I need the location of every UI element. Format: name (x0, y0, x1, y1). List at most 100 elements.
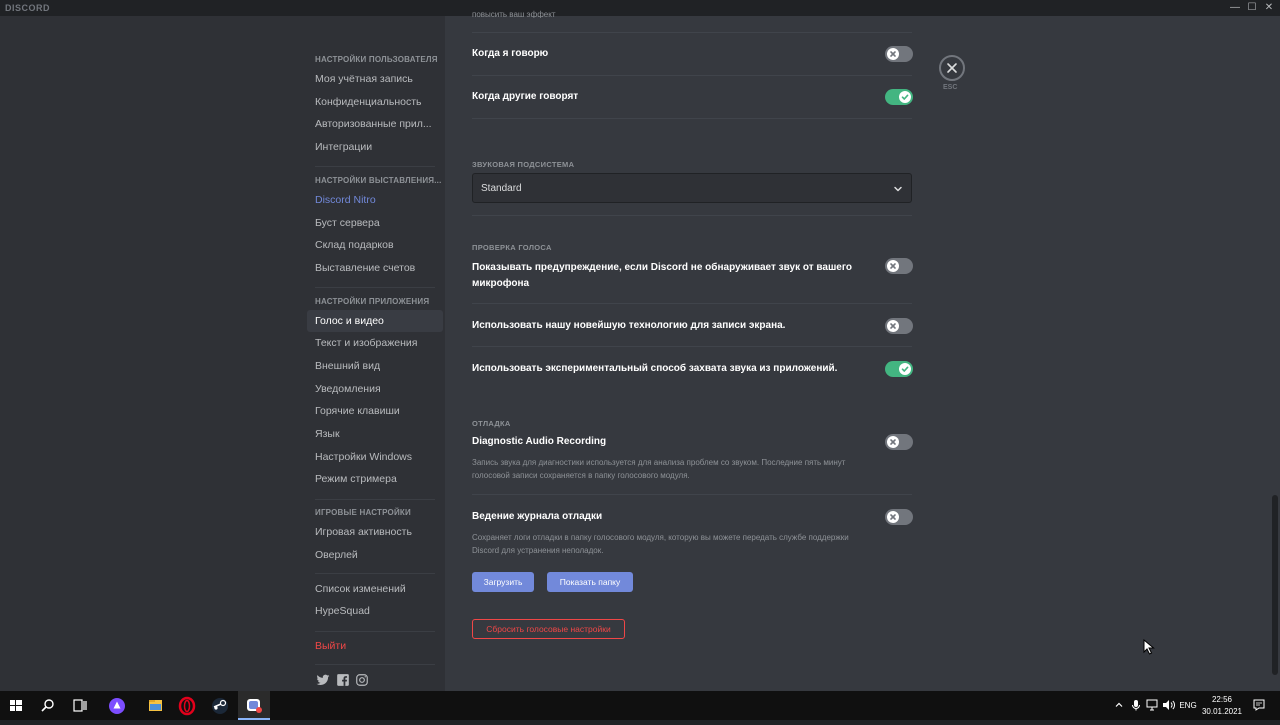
divider (472, 118, 912, 119)
notifications-icon[interactable] (1253, 699, 1265, 711)
audio-subsystem-title: ЗВУКОВАЯ ПОДСИСТЕМА (472, 160, 575, 169)
windows-taskbar: ENG 22:56 30.01.2021 (0, 691, 1280, 720)
mic-warning-label-line2: микрофона (472, 278, 530, 289)
sidebar-item-billing[interactable]: Выставление счетов (307, 257, 443, 279)
esc-label: ESC (943, 84, 958, 91)
opera-icon (178, 696, 196, 716)
x-icon (890, 514, 896, 520)
twitter-icon[interactable] (316, 673, 330, 687)
microphone-icon[interactable] (1131, 699, 1141, 711)
diagnostic-audio-toggle[interactable] (885, 434, 913, 450)
when-others-speak-label: Когда другие говорят (472, 91, 579, 102)
sidebar-divider (315, 166, 435, 167)
mic-warning-label: Показывать предупреждение, если Discord … (472, 260, 852, 292)
clock-time[interactable]: 22:56 (1200, 695, 1244, 704)
sidebar-item-hypesquad[interactable]: HypeSquad (307, 600, 443, 622)
sidebar-divider (315, 499, 435, 500)
clock-date[interactable]: 30.01.2021 (1200, 707, 1244, 716)
instagram-icon[interactable] (355, 673, 369, 687)
sidebar-item-voice-video[interactable]: Голос и видео (307, 310, 443, 332)
divider (472, 215, 912, 216)
settings-sidebar: НАСТРОЙКИ ПОЛЬЗОВАТЕЛЯ Моя учётная запис… (0, 16, 445, 691)
mic-warning-toggle[interactable] (885, 258, 913, 274)
debug-logging-toggle[interactable] (885, 509, 913, 525)
close-settings-button[interactable] (939, 55, 965, 81)
sidebar-item-appearance[interactable]: Внешний вид (307, 355, 443, 377)
sidebar-item-streamer-mode[interactable]: Режим стримера (307, 468, 443, 490)
sidebar-divider (315, 287, 435, 288)
diagnostic-audio-description: Запись звука для диагностики используетс… (472, 456, 892, 482)
sidebar-item-logout[interactable]: Выйти (307, 635, 443, 657)
sidebar-item-privacy[interactable]: Конфиденциальность (307, 91, 443, 113)
volume-icon[interactable] (1162, 699, 1176, 711)
x-icon (890, 439, 896, 445)
file-explorer-icon (149, 700, 162, 711)
x-icon (890, 263, 896, 269)
divider (472, 32, 912, 33)
taskbar-search-button[interactable] (32, 691, 64, 720)
taskbar-start-button[interactable] (0, 691, 32, 720)
upload-button[interactable]: Загрузить (472, 572, 534, 592)
chevron-down-icon (894, 186, 902, 192)
content-scrollbar[interactable] (1272, 495, 1278, 675)
sidebar-header-user-settings: НАСТРОЙКИ ПОЛЬЗОВАТЕЛЯ (315, 55, 438, 64)
mouse-cursor-icon (1143, 639, 1155, 655)
debug-logging-description-line2: Discord для устранения неполадок. (472, 546, 604, 555)
sidebar-item-gift-inventory[interactable]: Склад подарков (307, 234, 443, 256)
check-icon (901, 366, 909, 372)
sidebar-item-notifications[interactable]: Уведомления (307, 378, 443, 400)
voice-check-title: ПРОВЕРКА ГОЛОСА (472, 243, 552, 252)
sidebar-item-integrations[interactable]: Интеграции (307, 136, 443, 158)
close-window-button[interactable]: ✕ (1258, 0, 1280, 16)
debug-logging-label: Ведение журнала отладки (472, 511, 603, 522)
sidebar-item-discord-nitro[interactable]: Discord Nitro (307, 189, 443, 211)
debug-logging-description-line1: Сохраняет логи отладки в папку голосовог… (472, 533, 849, 542)
audio-subsystem-select[interactable]: Standard (472, 173, 912, 203)
app-audio-capture-toggle[interactable] (885, 361, 913, 377)
debug-title: ОТЛАДКА (472, 419, 511, 428)
sidebar-item-text-images[interactable]: Текст и изображения (307, 332, 443, 354)
sidebar-item-windows-settings[interactable]: Настройки Windows (307, 446, 443, 468)
divider (472, 303, 912, 304)
screen-capture-label: Использовать нашу новейшую технологию дл… (472, 320, 786, 331)
sidebar-divider (315, 573, 435, 574)
sidebar-item-overlay[interactable]: Оверлей (307, 544, 443, 566)
when-i-speak-toggle[interactable] (885, 46, 913, 62)
sidebar-item-game-activity[interactable]: Игровая активность (307, 521, 443, 543)
sidebar-divider (315, 631, 435, 632)
windows-start-icon (10, 700, 22, 711)
sidebar-item-authorized-apps[interactable]: Авторизованные прил... (307, 113, 443, 135)
language-indicator[interactable]: ENG (1178, 701, 1198, 710)
sidebar-item-changelog[interactable]: Список изменений (307, 578, 443, 600)
network-icon[interactable] (1146, 699, 1160, 711)
taskbar-opera-app[interactable] (171, 691, 203, 720)
task-view-icon (73, 699, 87, 712)
sidebar-item-server-boost[interactable]: Буст сервера (307, 212, 443, 234)
taskbar-discord-app[interactable] (238, 691, 270, 720)
taskbar-task-view-button[interactable] (64, 691, 96, 720)
sidebar-divider (315, 664, 435, 665)
steam-icon (212, 698, 228, 714)
taskbar-assistant-app[interactable] (101, 691, 133, 720)
check-icon (901, 94, 909, 100)
audio-subsystem-value: Standard (481, 183, 522, 194)
when-others-speak-toggle[interactable] (885, 89, 913, 105)
taskbar-file-explorer-app[interactable] (139, 691, 171, 720)
debug-logging-description: Сохраняет логи отладки в папку голосовог… (472, 531, 892, 557)
reset-voice-settings-button[interactable]: Сбросить голосовые настройки (472, 619, 625, 639)
show-folder-button[interactable]: Показать папку (547, 572, 633, 592)
sidebar-item-keybinds[interactable]: Горячие клавиши (307, 400, 443, 422)
truncated-description: повысить ваш эффект (472, 10, 556, 18)
x-icon (890, 51, 896, 57)
sidebar-item-language[interactable]: Язык (307, 423, 443, 445)
assistant-icon (109, 698, 125, 714)
sidebar-header-game-settings: ИГРОВЫЕ НАСТРОЙКИ (315, 508, 411, 517)
screen-capture-toggle[interactable] (885, 318, 913, 334)
taskbar-steam-app[interactable] (204, 691, 236, 720)
x-icon (890, 323, 896, 329)
divider (472, 494, 912, 495)
sidebar-item-my-account[interactable]: Моя учётная запись (307, 68, 443, 90)
facebook-icon[interactable] (336, 673, 350, 687)
chevron-up-icon[interactable] (1114, 700, 1124, 710)
app-brand: DISCORD (5, 3, 51, 13)
